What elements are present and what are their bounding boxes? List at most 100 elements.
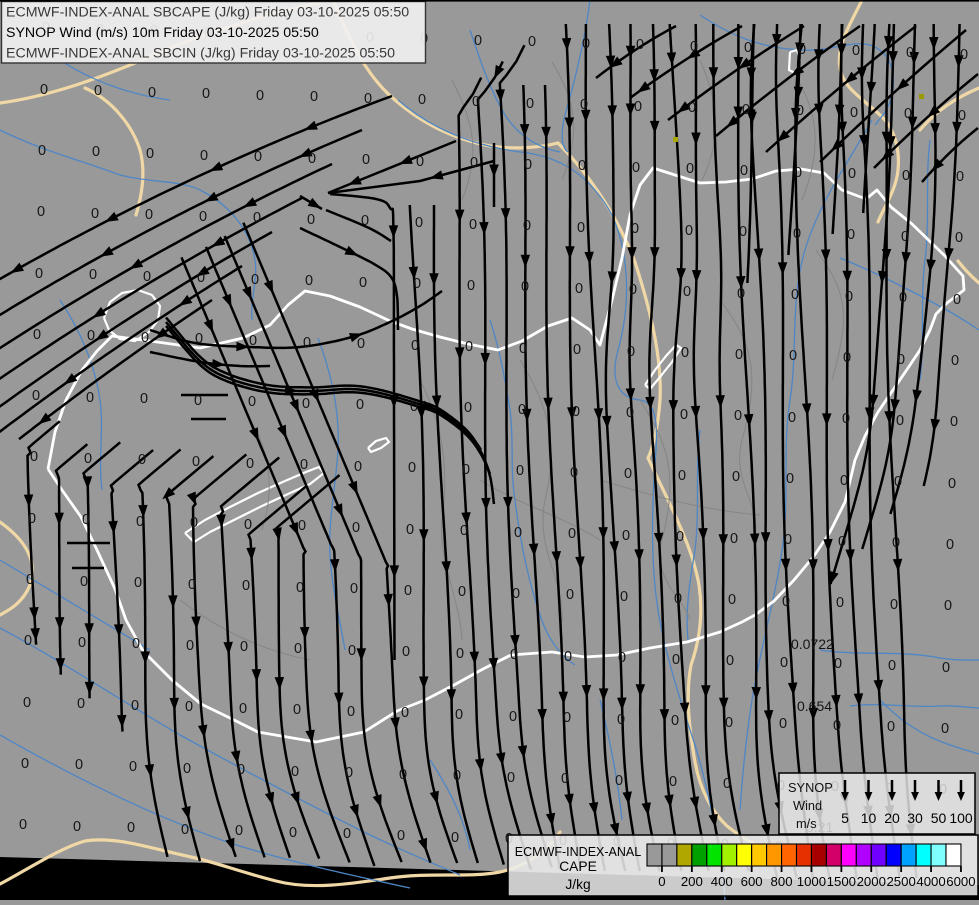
svg-text:0: 0	[852, 43, 860, 59]
svg-text:0: 0	[127, 820, 135, 836]
svg-text:0: 0	[199, 209, 207, 225]
svg-text:0: 0	[303, 335, 311, 351]
svg-text:0: 0	[356, 397, 364, 413]
svg-text:0: 0	[683, 284, 691, 300]
svg-text:0: 0	[573, 342, 581, 358]
svg-text:0: 0	[582, 36, 590, 52]
svg-text:0: 0	[146, 146, 154, 162]
svg-text:0: 0	[788, 410, 796, 426]
svg-text:0: 0	[28, 511, 36, 527]
svg-text:0: 0	[456, 646, 464, 662]
svg-text:0: 0	[32, 388, 40, 404]
svg-text:0: 0	[357, 336, 365, 352]
svg-text:0: 0	[622, 528, 630, 544]
svg-text:0: 0	[688, 100, 696, 116]
svg-text:0: 0	[791, 287, 799, 303]
svg-text:0: 0	[577, 220, 585, 236]
svg-text:0: 0	[632, 160, 640, 176]
svg-text:0: 0	[941, 721, 949, 737]
svg-text:0: 0	[509, 709, 517, 725]
svg-text:0: 0	[671, 713, 679, 729]
svg-text:0: 0	[343, 826, 351, 842]
svg-text:20: 20	[884, 810, 900, 826]
svg-text:0: 0	[87, 328, 95, 344]
svg-text:0: 0	[793, 226, 801, 242]
svg-text:0: 0	[528, 34, 536, 50]
svg-text:0: 0	[418, 92, 426, 108]
svg-text:0: 0	[723, 776, 731, 792]
svg-text:0: 0	[94, 83, 102, 99]
svg-text:SYNOP: SYNOP	[788, 780, 833, 795]
svg-text:0: 0	[19, 817, 27, 833]
svg-text:0: 0	[561, 771, 569, 787]
svg-text:0: 0	[674, 591, 682, 607]
svg-text:0: 0	[362, 152, 370, 168]
svg-text:0: 0	[836, 595, 844, 611]
svg-text:0: 0	[848, 166, 856, 182]
svg-text:0: 0	[35, 266, 43, 282]
svg-text:0: 0	[33, 327, 41, 343]
svg-text:0: 0	[249, 333, 257, 349]
svg-text:0: 0	[141, 330, 149, 346]
svg-text:0: 0	[75, 757, 83, 773]
svg-text:ECMWF-INDEX-ANAL SBCAPE (J/kg): ECMWF-INDEX-ANAL SBCAPE (J/kg) Friday 03…	[6, 5, 409, 21]
svg-text:0: 0	[302, 396, 310, 412]
svg-text:0: 0	[899, 290, 907, 306]
svg-text:0: 0	[739, 224, 747, 240]
svg-text:0: 0	[453, 768, 461, 784]
svg-text:0: 0	[725, 715, 733, 731]
svg-text:0: 0	[310, 89, 318, 105]
svg-text:0: 0	[786, 471, 794, 487]
svg-text:0: 0	[347, 704, 355, 720]
svg-text:0: 0	[526, 96, 534, 112]
svg-text:0: 0	[794, 165, 802, 181]
svg-text:0: 0	[200, 148, 208, 164]
svg-text:0: 0	[956, 169, 964, 185]
svg-text:0: 0	[580, 97, 588, 113]
svg-text:0: 0	[566, 587, 574, 603]
svg-text:0: 0	[462, 462, 470, 478]
svg-text:0: 0	[734, 408, 742, 424]
svg-text:0: 0	[399, 767, 407, 783]
svg-text:0: 0	[890, 597, 898, 613]
svg-text:6000: 6000	[946, 874, 975, 889]
svg-text:0: 0	[194, 393, 202, 409]
svg-text:0: 0	[624, 466, 632, 482]
svg-text:0: 0	[235, 823, 243, 839]
svg-text:0: 0	[944, 598, 952, 614]
svg-text:0: 0	[84, 451, 92, 467]
svg-text:2000: 2000	[857, 874, 886, 889]
svg-text:1500: 1500	[827, 874, 856, 889]
svg-text:0: 0	[143, 269, 151, 285]
svg-text:0: 0	[40, 82, 48, 98]
svg-text:0: 0	[789, 348, 797, 364]
svg-text:1000: 1000	[797, 874, 826, 889]
svg-text:0: 0	[411, 338, 419, 354]
svg-text:0: 0	[524, 157, 532, 173]
svg-text:0: 0	[458, 584, 466, 600]
svg-text:0: 0	[564, 649, 572, 665]
svg-text:0: 0	[955, 230, 963, 246]
svg-text:0: 0	[842, 411, 850, 427]
svg-text:0: 0	[953, 292, 961, 308]
svg-text:0: 0	[578, 158, 586, 174]
svg-text:0: 0	[847, 227, 855, 243]
svg-text:0: 0	[726, 653, 734, 669]
svg-text:0: 0	[636, 37, 644, 53]
svg-text:0: 0	[634, 99, 642, 115]
svg-text:0: 0	[672, 652, 680, 668]
svg-text:0: 0	[26, 572, 34, 588]
svg-text:0: 0	[951, 353, 959, 369]
svg-text:0: 0	[82, 512, 90, 528]
svg-text:0: 0	[732, 469, 740, 485]
svg-text:0: 0	[451, 830, 459, 846]
svg-text:0: 0	[685, 223, 693, 239]
svg-text:0: 0	[740, 163, 748, 179]
svg-text:0: 0	[406, 522, 414, 538]
svg-text:0: 0	[239, 701, 247, 717]
svg-text:0: 0	[89, 267, 97, 283]
svg-text:0: 0	[21, 756, 29, 772]
svg-text:0: 0	[902, 168, 910, 184]
svg-text:0: 0	[627, 344, 635, 360]
svg-text:0: 0	[195, 331, 203, 347]
